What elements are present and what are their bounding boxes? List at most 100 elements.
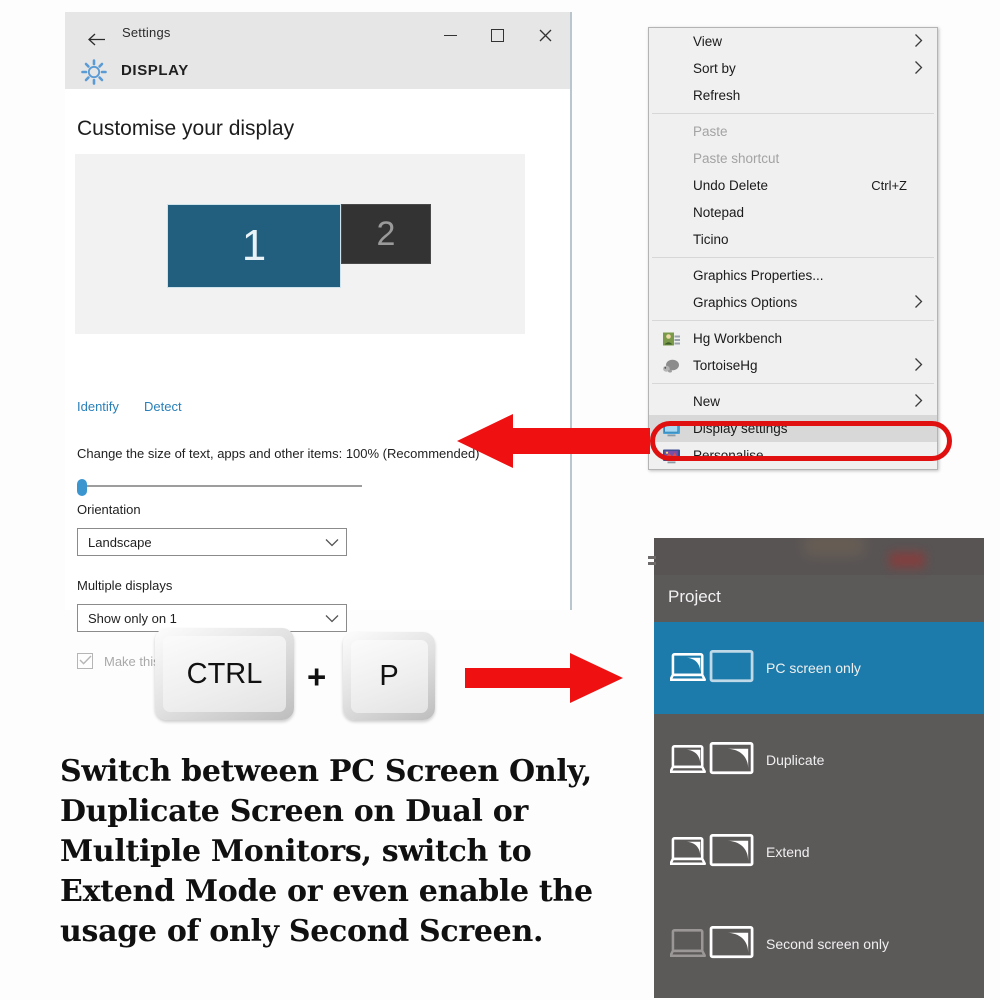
orientation-dropdown[interactable]: Landscape [77, 528, 347, 556]
close-icon [539, 29, 551, 41]
chevron-right-icon [914, 294, 923, 311]
menu-item-refresh[interactable]: Refresh [649, 82, 937, 109]
project-flyout-panel: Project PC screen only Duplicate Extend … [654, 538, 984, 998]
slider-thumb[interactable] [77, 479, 87, 496]
menu-item-label: Hg Workbench [693, 331, 783, 346]
second-screen-only-icon [669, 922, 756, 966]
arrow-right-icon [465, 650, 625, 711]
extend-screen-icon [669, 830, 756, 874]
project-option-second-screen-only[interactable]: Second screen only [654, 898, 984, 990]
menu-item-label: TortoiseHg [693, 358, 758, 373]
hg-workbench-icon [662, 329, 681, 348]
pc-screen-only-icon [669, 646, 756, 690]
menu-item-display-settings[interactable]: Display settings [649, 415, 937, 442]
menu-item-label: Paste shortcut [693, 151, 780, 166]
chevron-down-icon [318, 614, 346, 623]
menu-item-view[interactable]: View [649, 28, 937, 55]
slider-track [83, 485, 362, 487]
chevron-right-icon [914, 357, 923, 374]
detect-link[interactable]: Detect [144, 399, 182, 414]
chevron-down-icon [318, 538, 346, 547]
settings-body: Customise your display 1 2 Identify Dete… [65, 89, 570, 669]
chevron-right-icon [914, 393, 923, 410]
monitor-2-label: 2 [376, 215, 396, 253]
plus-sign: + [307, 658, 327, 695]
panel-edge-marks [648, 556, 656, 570]
menu-item-label: Display settings [693, 421, 788, 436]
menu-item-label: Ticino [693, 232, 729, 247]
window-title: Settings [122, 25, 171, 40]
menu-item-label: Sort by [693, 61, 736, 76]
p-key: P [343, 632, 435, 720]
menu-item-label: Personalise [693, 448, 764, 463]
menu-separator [652, 383, 934, 384]
menu-item-tortoisehg[interactable]: TortoiseHg [649, 352, 937, 379]
project-panel-title: Project [668, 587, 721, 606]
menu-item-notepad[interactable]: Notepad [649, 199, 937, 226]
display-settings-icon [662, 419, 681, 438]
orientation-label: Orientation [77, 502, 141, 517]
minimize-icon [443, 34, 457, 36]
close-button[interactable] [526, 20, 564, 50]
project-option-extend[interactable]: Extend [654, 806, 984, 898]
caption-text: Switch between PC Screen Only, Duplicate… [60, 754, 593, 949]
blur-smudge [804, 538, 864, 556]
back-arrow-glyph [87, 33, 105, 45]
monitor-1-label: 1 [241, 221, 267, 270]
project-option-pc-screen-only[interactable]: PC screen only [654, 622, 984, 714]
settings-titlebar: Settings DISPLAY [65, 12, 570, 89]
multiple-displays-label: Multiple displays [77, 578, 173, 593]
monitor-tile-1[interactable]: 1 [167, 204, 341, 288]
menu-item-undo-delete[interactable]: Undo Delete Ctrl+Z [649, 172, 937, 199]
menu-separator [652, 257, 934, 258]
edge-mark [648, 562, 656, 565]
gear-icon [78, 56, 110, 88]
orientation-value: Landscape [88, 534, 152, 550]
chevron-right-icon [914, 60, 923, 77]
ctrl-key: CTRL [155, 628, 294, 720]
menu-separator [652, 320, 934, 321]
minimize-button[interactable] [431, 20, 469, 50]
menu-item-accelerator: Ctrl+Z [871, 178, 907, 193]
menu-item-ticino[interactable]: Ticino [649, 226, 937, 253]
project-option-label: Second screen only [766, 936, 889, 952]
menu-item-label: Refresh [693, 88, 741, 103]
identify-link[interactable]: Identify [77, 399, 119, 414]
arrow-left-icon [455, 412, 650, 475]
ctrl-key-label: CTRL [163, 636, 286, 712]
menu-item-label: View [693, 34, 723, 49]
scale-slider[interactable] [77, 479, 362, 496]
menu-item-hg-workbench[interactable]: Hg Workbench [649, 325, 937, 352]
menu-separator [652, 113, 934, 114]
customise-heading: Customise your display [77, 117, 295, 140]
personalise-icon [662, 446, 681, 465]
multiple-displays-value: Show only on 1 [88, 610, 177, 626]
menu-item-label: New [693, 394, 721, 409]
project-panel-header-blur [654, 538, 984, 575]
settings-window: Settings DISPLAY Customise your display [65, 12, 572, 669]
checkbox-icon[interactable] [77, 653, 93, 669]
project-option-duplicate[interactable]: Duplicate [654, 714, 984, 806]
monitor-tile-2[interactable]: 2 [341, 204, 431, 264]
project-option-label: PC screen only [766, 660, 861, 676]
back-arrow-icon[interactable] [79, 24, 113, 54]
menu-item-label: Graphics Properties... [693, 268, 824, 283]
maximize-icon [490, 28, 504, 42]
project-option-label: Duplicate [766, 752, 825, 768]
maximize-button[interactable] [478, 20, 516, 50]
menu-item-label: Undo Delete [693, 178, 769, 193]
menu-item-label: Paste [693, 124, 728, 139]
scale-label: Change the size of text, apps and other … [77, 446, 480, 461]
desktop-context-menu: View Sort by Refresh Paste Paste shortcut Und… [648, 27, 938, 470]
menu-item-paste-shortcut: Paste shortcut [649, 145, 937, 172]
menu-item-paste: Paste [649, 118, 937, 145]
menu-item-sort-by[interactable]: Sort by [649, 55, 937, 82]
p-key-label: P [350, 639, 428, 713]
menu-item-graphics-properties[interactable]: Graphics Properties... [649, 262, 937, 289]
blur-smudge [889, 552, 925, 568]
chevron-right-icon [914, 33, 923, 50]
menu-item-personalise[interactable]: Personalise [649, 442, 937, 469]
menu-item-new[interactable]: New [649, 388, 937, 415]
menu-item-graphics-options[interactable]: Graphics Options [649, 289, 937, 316]
tortoisehg-icon [662, 356, 681, 375]
